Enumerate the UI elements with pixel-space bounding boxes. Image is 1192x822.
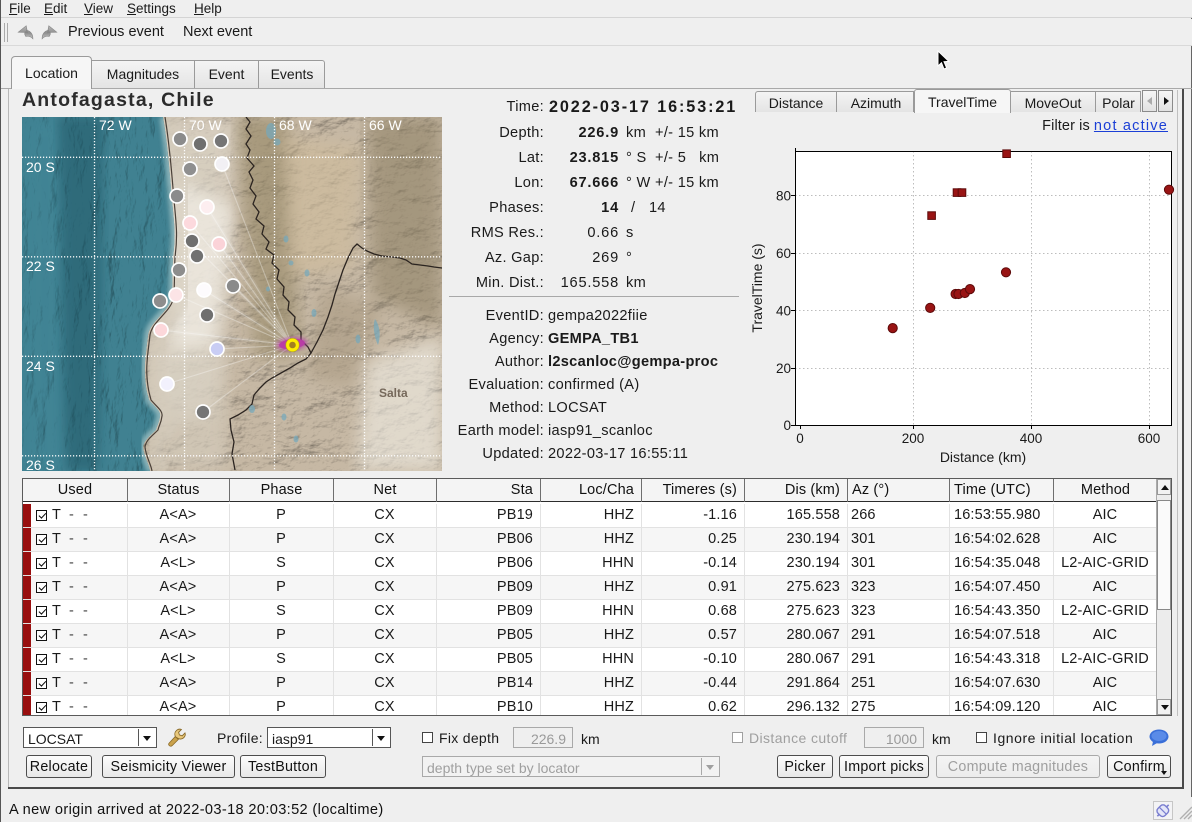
- svg-text:72 W: 72 W: [99, 117, 132, 133]
- svg-text:66 W: 66 W: [369, 117, 402, 133]
- svg-text:TravelTime (s): TravelTime (s): [749, 243, 765, 332]
- svg-text:26 S: 26 S: [26, 457, 55, 471]
- svg-text:Distance (km): Distance (km): [940, 449, 1026, 465]
- svg-text:400: 400: [1020, 431, 1043, 446]
- svg-text:Salta: Salta: [379, 386, 408, 400]
- svg-text:68 W: 68 W: [279, 117, 312, 133]
- svg-text:60: 60: [776, 246, 791, 261]
- svg-text:0: 0: [783, 418, 791, 433]
- svg-text:600: 600: [1138, 431, 1161, 446]
- svg-text:22 S: 22 S: [26, 258, 55, 274]
- svg-text:70 W: 70 W: [189, 117, 222, 133]
- svg-text:40: 40: [776, 304, 791, 319]
- svg-text:20: 20: [776, 361, 791, 376]
- svg-text:20 S: 20 S: [26, 159, 55, 175]
- svg-text:200: 200: [902, 431, 925, 446]
- svg-text:0: 0: [796, 431, 804, 446]
- svg-text:80: 80: [776, 189, 791, 204]
- svg-text:24 S: 24 S: [26, 358, 55, 374]
